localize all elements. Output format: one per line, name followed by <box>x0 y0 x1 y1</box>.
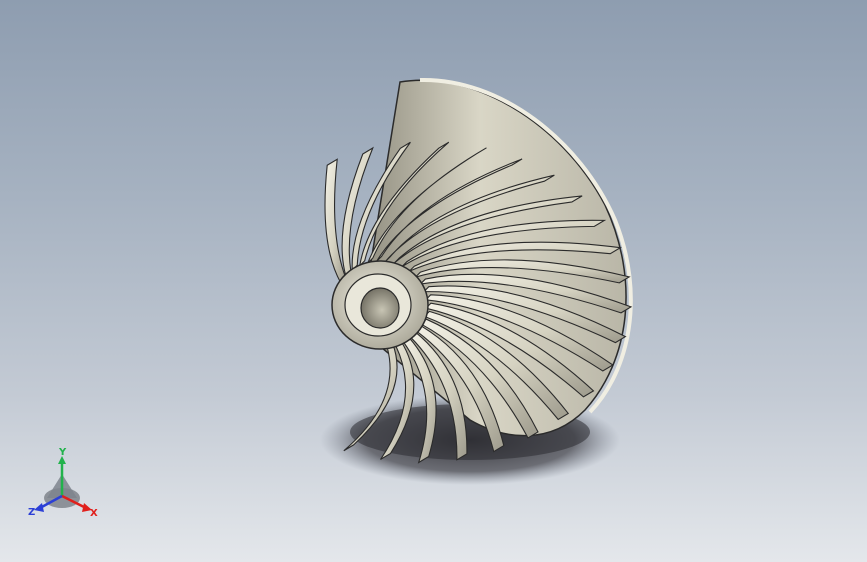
y-axis-label: Y <box>58 447 67 458</box>
z-axis-arrow-icon <box>34 503 44 512</box>
impeller-model[interactable] <box>0 0 867 562</box>
graphics-viewport[interactable]: Y X Z <box>0 0 867 562</box>
orientation-triad[interactable]: Y X Z <box>22 446 112 526</box>
impeller-blade <box>324 158 347 284</box>
hub-bore <box>360 287 400 329</box>
x-axis-label: X <box>90 508 98 519</box>
z-axis-label: Z <box>28 507 35 518</box>
